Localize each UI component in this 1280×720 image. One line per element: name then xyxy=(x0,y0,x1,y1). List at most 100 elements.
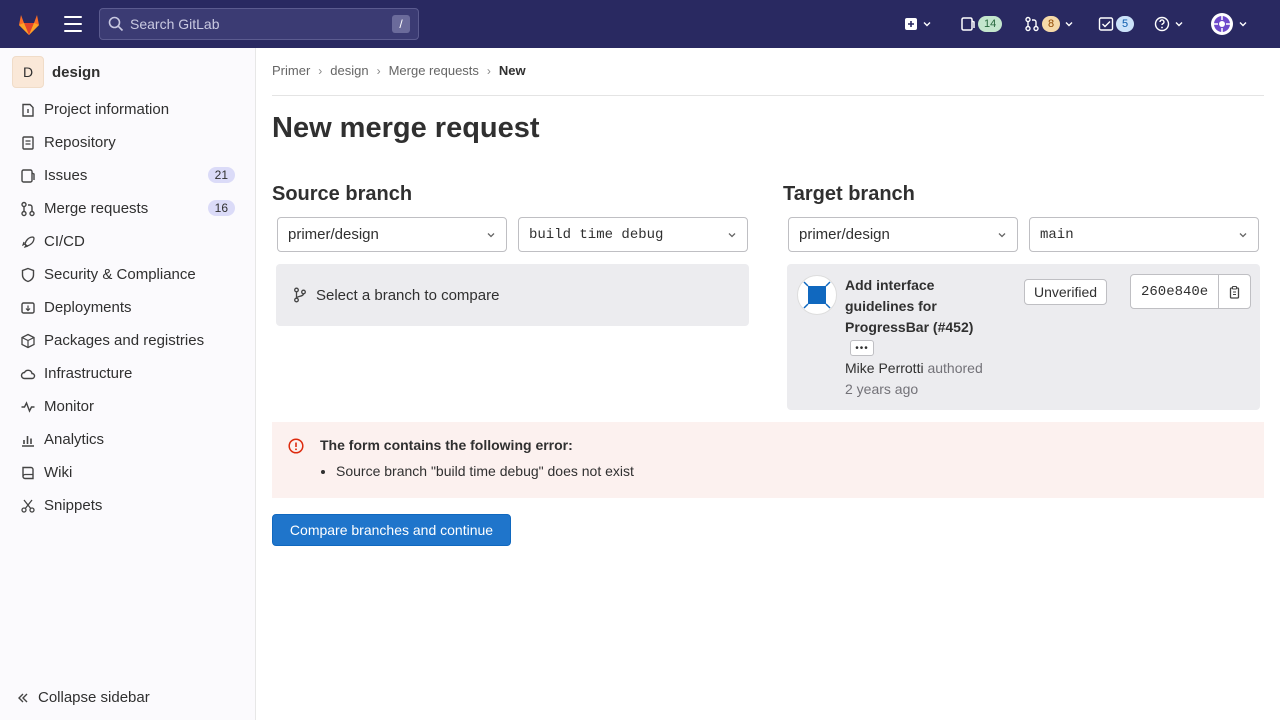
sidebar-item-cicd[interactable]: CI/CD xyxy=(0,225,256,258)
source-branch-dropdown[interactable]: build time debug xyxy=(518,217,748,252)
sidebar: D design Project information Repository … xyxy=(0,48,256,720)
source-compare-panel: Select a branch to compare xyxy=(276,264,749,326)
sidebar-item-repository[interactable]: Repository xyxy=(0,126,256,159)
chevron-down-icon xyxy=(1065,22,1073,27)
collapse-sidebar-button[interactable]: Collapse sidebar xyxy=(16,689,150,706)
sidebar-item-wiki[interactable]: Wiki xyxy=(0,456,256,489)
sidebar-item-label: Snippets xyxy=(44,497,103,514)
doc-icon xyxy=(20,135,36,151)
page-title: New merge request xyxy=(272,112,540,144)
cloud-icon xyxy=(20,366,36,382)
book-icon xyxy=(20,465,36,481)
sidebar-item-monitor[interactable]: Monitor xyxy=(0,390,256,423)
user-avatar-icon xyxy=(1211,13,1233,35)
compare-hint: Select a branch to compare xyxy=(316,286,500,304)
source-branch-title: Source branch xyxy=(272,183,413,205)
sidebar-item-label: Security & Compliance xyxy=(44,266,196,283)
sidebar-item-label: Deployments xyxy=(44,299,132,316)
target-commit-panel: Add interface guidelines for ProgressBar… xyxy=(787,264,1260,410)
issues-count-badge: 14 xyxy=(978,16,1003,32)
copy-icon xyxy=(1229,285,1239,299)
target-project-dropdown[interactable]: primer/design xyxy=(788,217,1018,252)
search-input[interactable]: Search GitLab / xyxy=(99,8,419,40)
sidebar-item-label: Merge requests xyxy=(44,200,149,217)
double-chevron-left-icon xyxy=(18,693,28,702)
project-avatar: D xyxy=(12,56,44,88)
error-list: Source branch "build time debug" does no… xyxy=(336,463,634,479)
user-menu-dropdown[interactable] xyxy=(1210,12,1248,36)
sidebar-item-deployments[interactable]: Deployments xyxy=(0,291,256,324)
help-icon xyxy=(1154,16,1170,32)
breadcrumb-item-merge-requests[interactable]: Merge requests xyxy=(389,63,479,78)
sidebar-item-label: Wiki xyxy=(44,464,73,481)
commit-author-name[interactable]: Mike Perrotti xyxy=(845,360,924,376)
sidebar-item-label: Repository xyxy=(44,134,116,151)
target-branch-title: Target branch xyxy=(783,183,915,205)
error-alert: The form contains the following error: S… xyxy=(272,422,1264,498)
target-branch-dropdown[interactable]: main xyxy=(1029,217,1259,252)
sidebar-item-label: Infrastructure xyxy=(44,365,133,382)
chevron-down-icon xyxy=(998,233,1006,238)
compare-branches-button[interactable]: Compare branches and continue xyxy=(272,514,511,546)
breadcrumb-item-primer[interactable]: Primer xyxy=(272,63,310,78)
commit-expand-button[interactable]: ••• xyxy=(850,340,874,356)
sidebar-item-infrastructure[interactable]: Infrastructure xyxy=(0,357,256,390)
merge-icon xyxy=(20,201,36,217)
chart-icon xyxy=(20,432,36,448)
unverified-badge[interactable]: Unverified xyxy=(1024,279,1108,305)
shield-icon xyxy=(20,267,36,283)
rocket-icon xyxy=(20,234,36,250)
source-project-dropdown[interactable]: primer/design xyxy=(277,217,507,252)
issues-icon xyxy=(20,168,36,184)
plus-square-icon xyxy=(905,18,917,30)
sidebar-item-analytics[interactable]: Analytics xyxy=(0,423,256,456)
error-list-item: Source branch "build time debug" does no… xyxy=(336,463,634,479)
deploy-icon xyxy=(20,300,36,316)
commit-title[interactable]: Add interface guidelines for ProgressBar… xyxy=(845,275,1005,338)
target-project-value: primer/design xyxy=(799,226,890,243)
avatar-icon xyxy=(803,281,831,309)
branch-icon xyxy=(294,287,306,303)
todos-count-badge: 5 xyxy=(1116,16,1135,32)
todos-nav-button[interactable]: 5 xyxy=(1098,12,1135,36)
commit-authored-label: authored xyxy=(927,360,983,376)
sidebar-item-project-information[interactable]: Project information xyxy=(0,93,256,126)
commit-author-line: Mike Perrotti authored xyxy=(845,360,983,376)
info-icon xyxy=(20,102,36,118)
collapse-sidebar-label: Collapse sidebar xyxy=(38,689,150,706)
sidebar-item-label: Packages and registries xyxy=(44,332,205,349)
new-dropdown[interactable] xyxy=(904,12,932,36)
merge-request-icon xyxy=(1025,16,1039,32)
commit-author-avatar[interactable] xyxy=(797,275,837,315)
gitlab-logo-icon[interactable] xyxy=(16,11,42,37)
target-branch-value: main xyxy=(1040,226,1074,243)
breadcrumb-item-new[interactable]: New xyxy=(499,63,526,78)
error-alert-title: The form contains the following error: xyxy=(320,437,573,453)
sidebar-item-snippets[interactable]: Snippets xyxy=(0,489,256,522)
sidebar-item-issues[interactable]: Issues 21 xyxy=(0,159,256,192)
scissors-icon xyxy=(20,498,36,514)
copy-sha-button[interactable] xyxy=(1219,275,1250,308)
commit-sha[interactable]: 260e840e xyxy=(1131,275,1220,308)
project-header[interactable]: D design xyxy=(12,56,100,88)
issues-nav-button[interactable]: 14 xyxy=(960,12,1003,36)
sidebar-item-security[interactable]: Security & Compliance xyxy=(0,258,256,291)
todo-check-icon xyxy=(1098,17,1114,31)
merge-requests-nav-button[interactable]: 8 xyxy=(1024,12,1074,36)
sidebar-item-packages[interactable]: Packages and registries xyxy=(0,324,256,357)
sidebar-item-label: CI/CD xyxy=(44,233,85,250)
error-icon xyxy=(288,438,304,454)
package-icon xyxy=(20,333,36,349)
merge-requests-count-badge: 16 xyxy=(207,200,235,216)
sidebar-item-label: Project information xyxy=(44,101,170,118)
issues-icon xyxy=(961,17,975,31)
sidebar-item-merge-requests[interactable]: Merge requests 16 xyxy=(0,192,256,225)
search-icon xyxy=(108,16,124,32)
breadcrumb-item-design[interactable]: design xyxy=(330,63,368,78)
help-dropdown[interactable] xyxy=(1154,12,1184,36)
sidebar-nav: Project information Repository Issues 21… xyxy=(0,93,256,522)
menu-icon[interactable] xyxy=(64,16,82,32)
chevron-down-icon xyxy=(1239,233,1247,238)
sidebar-item-label: Monitor xyxy=(44,398,95,415)
chevron-down-icon xyxy=(923,22,931,27)
